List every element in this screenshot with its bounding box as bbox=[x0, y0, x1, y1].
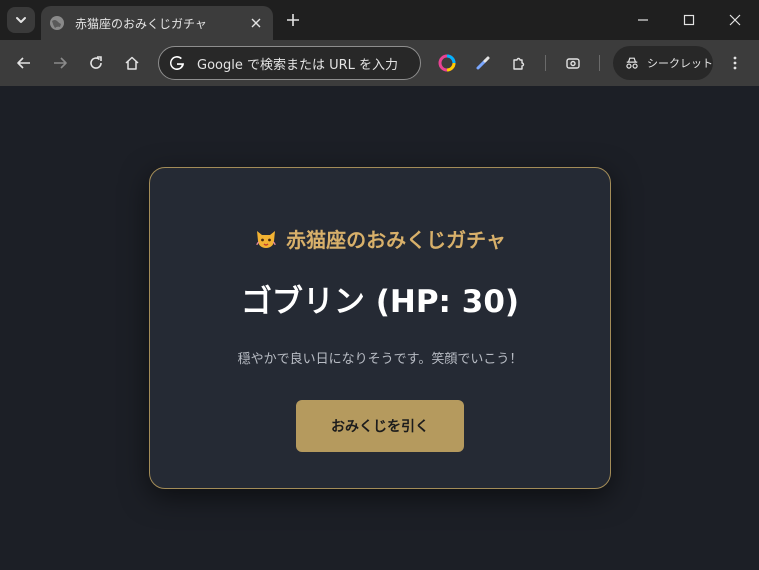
maximize-icon bbox=[683, 14, 695, 26]
omnibox-placeholder: Google で検索または URL を入力 bbox=[197, 57, 399, 73]
fortune-message: 穏やかで良い日になりそうです。笑顔でいこう！ bbox=[237, 352, 523, 367]
title-bar: 赤猫座のおみくじガチャ bbox=[0, 0, 759, 40]
incognito-chip[interactable]: シークレット bbox=[613, 46, 713, 80]
page-title-text: 赤猫座のおみくじガチャ bbox=[286, 228, 506, 252]
eyedropper-icon bbox=[476, 56, 490, 70]
minimize-button[interactable] bbox=[628, 8, 658, 32]
draw-omikuji-button[interactable]: おみくじを引く bbox=[296, 400, 464, 452]
omikuji-result: ゴブリン (HP: 30) bbox=[240, 284, 520, 320]
color-wheel-icon bbox=[438, 54, 456, 72]
browser-toolbar: Google で検索または URL を入力 シークレット bbox=[0, 40, 759, 86]
kebab-menu-icon bbox=[733, 56, 737, 70]
cat-face-icon bbox=[256, 230, 276, 248]
plus-icon bbox=[287, 14, 299, 26]
extensions-button[interactable] bbox=[507, 51, 531, 75]
reload-icon bbox=[90, 56, 102, 69]
minimize-icon bbox=[638, 19, 648, 21]
tab-title: 赤猫座のおみくじガチャ bbox=[75, 16, 207, 31]
incognito-label: シークレット bbox=[647, 57, 713, 70]
active-tab[interactable]: 赤猫座のおみくじガチャ bbox=[41, 6, 273, 40]
home-icon bbox=[125, 56, 139, 70]
tab-search-button[interactable] bbox=[7, 7, 35, 33]
close-icon bbox=[729, 14, 741, 26]
arrow-left-icon bbox=[17, 57, 30, 69]
new-tab-button[interactable] bbox=[283, 10, 303, 30]
close-window-button[interactable] bbox=[720, 8, 750, 32]
close-icon bbox=[251, 18, 261, 28]
page-title: 赤猫座のおみくじガチャ bbox=[150, 224, 610, 253]
forward-button[interactable] bbox=[48, 51, 72, 75]
home-button[interactable] bbox=[120, 51, 144, 75]
eyedropper-extension-button[interactable] bbox=[471, 51, 495, 75]
omikuji-card: 赤猫座のおみくじガチャ ゴブリン (HP: 30) 穏やかで良い日になりそうです… bbox=[149, 167, 611, 489]
maximize-button[interactable] bbox=[674, 8, 704, 32]
globe-icon bbox=[50, 16, 64, 30]
menu-button[interactable] bbox=[723, 51, 747, 75]
color-extension-button[interactable] bbox=[435, 51, 459, 75]
omnibox[interactable]: Google で検索または URL を入力 bbox=[158, 46, 421, 80]
google-icon bbox=[170, 56, 184, 71]
puzzle-icon bbox=[513, 57, 525, 70]
chevron-down-icon bbox=[16, 17, 26, 23]
arrow-right-icon bbox=[54, 57, 67, 69]
page-viewport: 赤猫座のおみくじガチャ ゴブリン (HP: 30) 穏やかで良い日になりそうです… bbox=[0, 86, 759, 570]
tab-close-button[interactable] bbox=[247, 14, 265, 32]
screenshot-button[interactable] bbox=[561, 51, 585, 75]
camera-icon bbox=[566, 58, 580, 69]
incognito-icon bbox=[626, 57, 638, 69]
back-button[interactable] bbox=[12, 51, 36, 75]
toolbar-separator bbox=[545, 55, 546, 71]
toolbar-separator bbox=[599, 55, 600, 71]
reload-button[interactable] bbox=[84, 51, 108, 75]
